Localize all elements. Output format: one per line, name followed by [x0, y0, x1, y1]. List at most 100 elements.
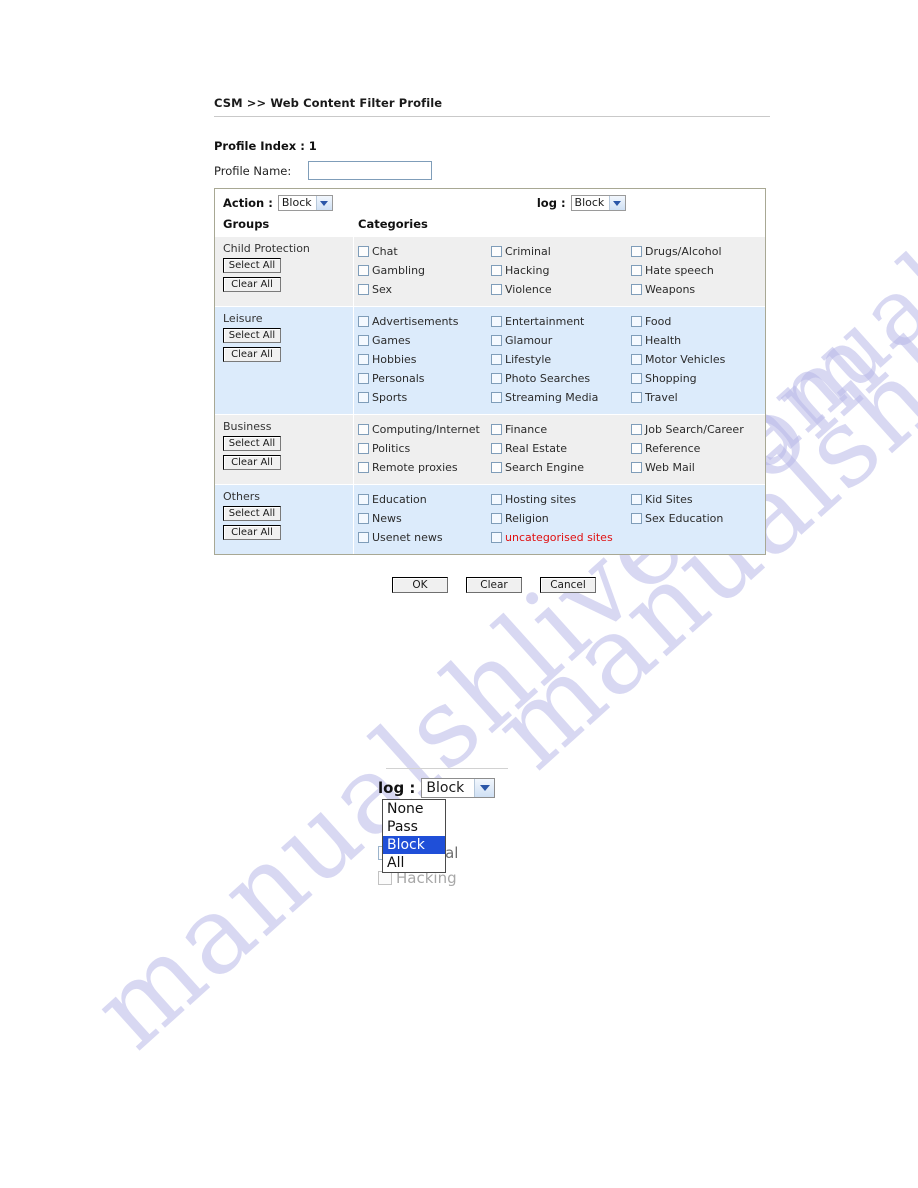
checkbox-icon[interactable]: [631, 354, 642, 365]
checkbox-icon[interactable]: [631, 494, 642, 505]
category-checkbox-row[interactable]: Finance: [491, 420, 631, 439]
checkbox-icon[interactable]: [631, 424, 642, 435]
checkbox-icon[interactable]: [358, 424, 369, 435]
clear-all-button[interactable]: Clear All: [223, 277, 281, 292]
category-checkbox-row[interactable]: Remote proxies: [358, 458, 491, 477]
checkbox-icon[interactable]: [491, 335, 502, 346]
select-all-button[interactable]: Select All: [223, 258, 281, 273]
dropdown-option[interactable]: Block: [383, 836, 445, 854]
category-checkbox-row[interactable]: Sports: [358, 388, 491, 407]
chevron-down-icon[interactable]: [474, 779, 495, 797]
category-checkbox-row[interactable]: Search Engine: [491, 458, 631, 477]
category-checkbox-row[interactable]: Criminal: [491, 242, 631, 261]
checkbox-icon[interactable]: [358, 392, 369, 403]
category-checkbox-row[interactable]: Glamour: [491, 331, 631, 350]
category-checkbox-row[interactable]: Usenet news: [358, 528, 491, 547]
checkbox-icon[interactable]: [631, 462, 642, 473]
category-checkbox-row[interactable]: uncategorised sites: [491, 528, 631, 547]
chevron-down-icon[interactable]: [608, 196, 625, 210]
dropdown-option[interactable]: None: [383, 800, 445, 818]
category-checkbox-row[interactable]: Religion: [491, 509, 631, 528]
profile-name-input[interactable]: [308, 161, 432, 180]
clear-all-button[interactable]: Clear All: [223, 455, 281, 470]
checkbox-icon[interactable]: [631, 246, 642, 257]
checkbox-icon[interactable]: [358, 284, 369, 295]
log-select[interactable]: Block: [570, 195, 626, 211]
category-checkbox-row[interactable]: Health: [631, 331, 764, 350]
checkbox-icon[interactable]: [358, 246, 369, 257]
ok-button[interactable]: OK: [392, 577, 448, 593]
select-all-button[interactable]: Select All: [223, 328, 281, 343]
checkbox-icon[interactable]: [631, 513, 642, 524]
cancel-button[interactable]: Cancel: [540, 577, 596, 593]
category-checkbox-row[interactable]: Gambling: [358, 261, 491, 280]
checkbox-icon[interactable]: [631, 392, 642, 403]
clear-button[interactable]: Clear: [466, 577, 522, 593]
checkbox-icon[interactable]: [491, 513, 502, 524]
category-checkbox-row[interactable]: Personals: [358, 369, 491, 388]
category-checkbox-row[interactable]: Motor Vehicles: [631, 350, 764, 369]
category-checkbox-row[interactable]: Web Mail: [631, 458, 764, 477]
category-checkbox-row[interactable]: Games: [358, 331, 491, 350]
category-checkbox-row[interactable]: Lifestyle: [491, 350, 631, 369]
select-all-button[interactable]: Select All: [223, 436, 281, 451]
category-checkbox-row[interactable]: Hate speech: [631, 261, 764, 280]
checkbox-icon[interactable]: [358, 462, 369, 473]
checkbox-icon[interactable]: [358, 265, 369, 276]
detail-log-select[interactable]: Block: [421, 778, 496, 798]
clear-all-button[interactable]: Clear All: [223, 525, 281, 540]
category-checkbox-row[interactable]: Sex: [358, 280, 491, 299]
checkbox-icon[interactable]: [358, 532, 369, 543]
select-all-button[interactable]: Select All: [223, 506, 281, 521]
category-checkbox-row[interactable]: Drugs/Alcohol: [631, 242, 764, 261]
category-checkbox-row[interactable]: Computing/Internet: [358, 420, 491, 439]
checkbox-icon[interactable]: [358, 354, 369, 365]
checkbox-icon[interactable]: [358, 316, 369, 327]
checkbox-icon[interactable]: [491, 354, 502, 365]
category-checkbox-row[interactable]: Shopping: [631, 369, 764, 388]
category-checkbox-row[interactable]: Violence: [491, 280, 631, 299]
checkbox-icon[interactable]: [491, 246, 502, 257]
category-checkbox-row[interactable]: Real Estate: [491, 439, 631, 458]
checkbox-icon[interactable]: [491, 443, 502, 454]
category-checkbox-row[interactable]: Travel: [631, 388, 764, 407]
checkbox-icon[interactable]: [631, 284, 642, 295]
category-checkbox-row[interactable]: Job Search/Career: [631, 420, 764, 439]
clear-all-button[interactable]: Clear All: [223, 347, 281, 362]
checkbox-icon[interactable]: [631, 443, 642, 454]
checkbox-icon[interactable]: [358, 513, 369, 524]
checkbox-icon[interactable]: [491, 424, 502, 435]
checkbox-icon[interactable]: [491, 265, 502, 276]
checkbox-icon[interactable]: [491, 373, 502, 384]
dropdown-option[interactable]: Pass: [383, 818, 445, 836]
category-checkbox-row[interactable]: Politics: [358, 439, 491, 458]
chevron-down-icon[interactable]: [315, 196, 332, 210]
category-checkbox-row[interactable]: Advertisements: [358, 312, 491, 331]
checkbox-icon[interactable]: [358, 443, 369, 454]
action-select[interactable]: Block: [277, 195, 333, 211]
checkbox-icon[interactable]: [358, 335, 369, 346]
checkbox-icon[interactable]: [631, 373, 642, 384]
category-checkbox-row[interactable]: Streaming Media: [491, 388, 631, 407]
checkbox-icon[interactable]: [358, 373, 369, 384]
checkbox-icon[interactable]: [491, 284, 502, 295]
category-checkbox-row[interactable]: Entertainment: [491, 312, 631, 331]
checkbox-icon[interactable]: [358, 494, 369, 505]
category-checkbox-row[interactable]: Hosting sites: [491, 490, 631, 509]
checkbox-icon[interactable]: [491, 392, 502, 403]
category-checkbox-row[interactable]: Weapons: [631, 280, 764, 299]
category-checkbox-row[interactable]: Education: [358, 490, 491, 509]
checkbox-icon[interactable]: [491, 316, 502, 327]
checkbox-icon[interactable]: [491, 532, 502, 543]
checkbox-icon[interactable]: [631, 335, 642, 346]
checkbox-icon[interactable]: [631, 316, 642, 327]
category-checkbox-row[interactable]: Chat: [358, 242, 491, 261]
checkbox-icon[interactable]: [491, 494, 502, 505]
log-dropdown-options[interactable]: None Pass Block All: [382, 799, 446, 873]
checkbox-icon[interactable]: [491, 462, 502, 473]
dropdown-option[interactable]: All: [383, 854, 445, 872]
category-checkbox-row[interactable]: News: [358, 509, 491, 528]
category-checkbox-row[interactable]: Food: [631, 312, 764, 331]
category-checkbox-row[interactable]: Kid Sites: [631, 490, 764, 509]
category-checkbox-row[interactable]: Reference: [631, 439, 764, 458]
